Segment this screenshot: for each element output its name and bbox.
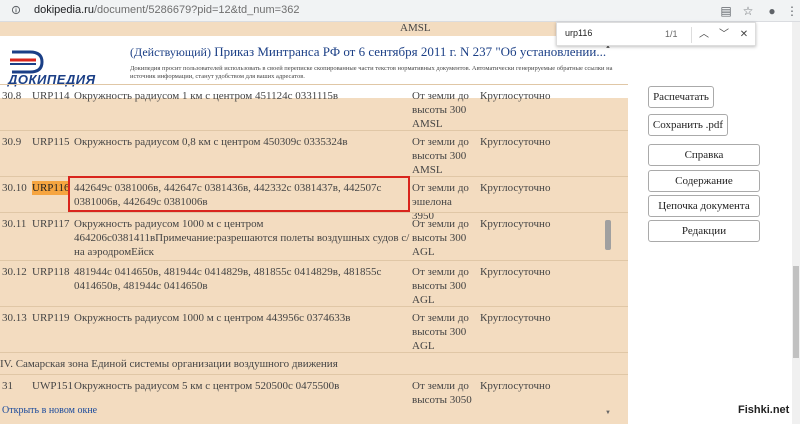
section-row: IV. Самарская зона Единой системы органи…	[0, 352, 628, 374]
row-fragment-alt: AMSL	[400, 22, 431, 34]
row-description: Окружность радиусом 1 км с центром 45112…	[74, 90, 339, 102]
page-scrollbar[interactable]	[792, 22, 800, 424]
help-button[interactable]: Справка	[648, 144, 760, 166]
row-code: URP114	[32, 90, 70, 102]
star-icon[interactable]: ☆	[740, 3, 756, 19]
row-number: 30.10	[2, 182, 27, 194]
save-pdf-button[interactable]: Сохранить .pdf	[648, 114, 728, 136]
row-number: 30.8	[2, 90, 22, 102]
scroll-down-icon[interactable]: ▼	[604, 410, 612, 416]
row-description: Окружность радиусом 1000 м с центром 464…	[74, 218, 410, 258]
row-altitude: От земли до высоты 300 AMSL	[412, 90, 469, 130]
row-altitude: От земли до высоты 300 AGL	[412, 218, 469, 258]
highlight-box	[68, 176, 410, 212]
document-area: AMSL ДОКИПЕДИЯ (Действующий) Приказ Минт…	[0, 22, 628, 424]
close-icon[interactable]: ✕	[737, 27, 751, 43]
row-code: URP117	[32, 218, 70, 230]
row-altitude: От земли до высоты 300 AGL	[412, 266, 469, 306]
row-description: Окружность радиусом 5 км с центром 52050…	[74, 380, 340, 392]
row-time: Круглосуточно	[480, 182, 551, 194]
row-time: Круглосуточно	[480, 90, 551, 102]
row-altitude: От земли до высоты 300 AGL	[412, 312, 469, 352]
row-time: Круглосуточно	[480, 266, 551, 278]
table-row: 30.8 URP114 Окружность радиусом 1 км с ц…	[0, 84, 628, 130]
table-row: 30.13 URP119 Окружность радиусом 1000 м …	[0, 306, 628, 352]
row-number: 31	[2, 380, 13, 392]
row-code: URP118	[32, 266, 70, 278]
info-icon[interactable]	[12, 5, 20, 15]
find-bar: urp116 1/1 ︿ ﹀ ✕	[556, 22, 756, 46]
chevron-down-icon[interactable]: ﹀	[717, 27, 731, 43]
row-time: Круглосуточно	[480, 312, 551, 324]
row-code: URP119	[32, 312, 70, 324]
row-number: 30.9	[2, 136, 22, 148]
search-match-highlight: URP116	[32, 181, 70, 195]
contents-button[interactable]: Содержание	[648, 170, 760, 192]
row-description: Окружность радиусом 0,8 км с центром 450…	[74, 136, 348, 148]
row-time: Круглосуточно	[480, 218, 551, 230]
url-text[interactable]: dokipedia.ru/document/5286679?pid=12&td_…	[34, 4, 299, 16]
row-altitude: От земли до высоты 300 AMSL	[412, 136, 469, 176]
page-scroll-thumb[interactable]	[793, 266, 799, 358]
print-button[interactable]: Распечатать	[648, 86, 714, 108]
address-bar[interactable]: dokipedia.ru/document/5286679?pid=12&td_…	[0, 0, 800, 22]
watermark: Fishki.net	[738, 404, 790, 416]
document-chain-button[interactable]: Цепочка документа	[648, 195, 760, 217]
find-separator	[691, 27, 692, 43]
row-code: UWP151	[32, 380, 73, 392]
table-row: 30.9 URP115 Окружность радиусом 0,8 км с…	[0, 130, 628, 176]
row-description: 481944с 0414650в, 481944с 0414829в, 4818…	[74, 266, 382, 292]
row-code: URP115	[32, 136, 70, 148]
menu-icon[interactable]: ⋮	[784, 3, 800, 19]
row-time: Круглосуточно	[480, 136, 551, 148]
editions-button[interactable]: Редакции	[648, 220, 760, 242]
row-number: 30.13	[2, 312, 27, 324]
sidebar: Распечатать Сохранить .pdf Справка Содер…	[628, 22, 800, 424]
scroll-thumb[interactable]	[605, 220, 611, 250]
row-description: Окружность радиусом 1000 м с центром 443…	[74, 312, 351, 324]
row-time: Круглосуточно	[480, 380, 551, 392]
chevron-up-icon[interactable]: ︿	[697, 27, 711, 43]
row-number: 30.11	[2, 218, 27, 230]
find-count: 1/1	[665, 29, 678, 39]
profile-icon[interactable]: ●	[764, 3, 780, 19]
row-number: 30.12	[2, 266, 27, 278]
table-row: 30.12 URP118 481944с 0414650в, 481944с 0…	[0, 260, 628, 306]
document-scrollbar[interactable]: ▲ ▼	[603, 44, 613, 424]
find-input[interactable]: urp116	[565, 28, 592, 38]
row-altitude: От земли до высоты 3050	[412, 380, 472, 406]
open-new-window-link[interactable]: Открыть в новом окне	[2, 405, 98, 416]
section-title: IV. Самарская зона Единой системы органи…	[0, 358, 338, 370]
document-title[interactable]: (Действующий) Приказ Минтранса РФ от 6 с…	[130, 44, 620, 60]
page-action-icon[interactable]: ▤	[718, 3, 734, 19]
document-status: (Действующий)	[130, 45, 211, 59]
copy-notice: Докипедия просит пользователей использов…	[130, 65, 613, 80]
